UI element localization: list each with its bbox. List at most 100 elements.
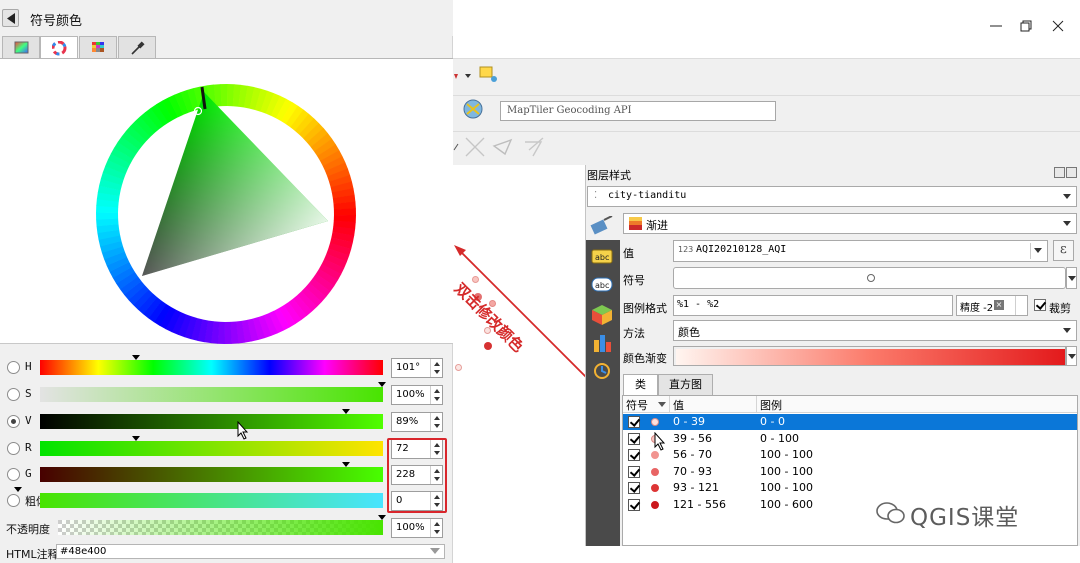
class-checkbox[interactable] (628, 432, 640, 445)
class-value[interactable]: 0 - 39 (673, 415, 705, 428)
class-legend[interactable]: 100 - 600 (760, 498, 813, 511)
class-legend[interactable]: 100 - 100 (760, 481, 813, 494)
geocoding-search-input[interactable]: MapTiler Geocoding API (500, 101, 776, 121)
blue-handle[interactable] (14, 487, 22, 492)
saturation-slider[interactable] (40, 387, 383, 402)
tab-color-ramp[interactable] (2, 36, 40, 58)
renderer-selector[interactable]: 渐进 (623, 213, 1077, 234)
class-legend[interactable]: 100 - 100 (760, 448, 813, 461)
class-legend[interactable]: 0 - 0 (760, 415, 785, 428)
opacity-spinbox[interactable]: 100% (391, 518, 443, 538)
back-button[interactable] (2, 9, 19, 27)
class-symbol-icon[interactable] (651, 467, 659, 476)
saturation-radio[interactable] (7, 388, 20, 401)
trim-checkbox[interactable] (1034, 299, 1046, 311)
color-ramp-dropdown[interactable] (1066, 346, 1077, 366)
tab-masks[interactable]: abc (590, 276, 616, 298)
value-slider[interactable] (40, 414, 383, 429)
class-value[interactable]: 70 - 93 (673, 465, 712, 478)
symbol-dropdown[interactable] (1066, 267, 1077, 289)
float-panel-icon[interactable] (1054, 167, 1065, 178)
dropdown-icon[interactable] (1063, 194, 1071, 199)
class-symbol-icon[interactable] (651, 500, 659, 509)
symbol-button[interactable] (673, 267, 1066, 289)
tab-diagrams[interactable] (590, 332, 616, 354)
color-wheel[interactable] (0, 59, 453, 345)
dropdown-icon[interactable] (1034, 248, 1042, 253)
table-row[interactable]: 56 - 70 100 - 100 (623, 447, 1077, 463)
class-value[interactable]: 39 - 56 (673, 432, 712, 445)
trim-label: 裁剪 (1049, 302, 1071, 315)
opacity-slider[interactable] (58, 520, 383, 535)
class-value[interactable]: 121 - 556 (673, 498, 726, 511)
value-spinbox[interactable]: 89% (391, 412, 443, 432)
hue-radio[interactable] (7, 361, 20, 374)
expression-button[interactable]: ε (1053, 240, 1074, 261)
hue-slider[interactable] (40, 360, 383, 375)
blue-radio[interactable] (7, 494, 20, 507)
tab-histogram[interactable]: 直方图 (658, 374, 713, 395)
blue-slider[interactable] (40, 493, 383, 508)
class-checkbox[interactable] (628, 416, 640, 428)
dropdown-icon[interactable] (1063, 328, 1071, 333)
value-radio[interactable] (7, 415, 20, 428)
class-legend[interactable]: 100 - 100 (760, 465, 813, 478)
green-handle[interactable] (342, 462, 350, 467)
legend-format-input[interactable]: %1 - %2 (673, 295, 953, 316)
spin-arrows[interactable] (430, 386, 442, 404)
spin-arrows[interactable] (430, 413, 442, 431)
spin-arrows[interactable] (430, 359, 442, 377)
value-field-selector[interactable]: 123 AQI20210128_AQI (673, 240, 1048, 262)
slider-row-opacity: 不透明度 100% (0, 515, 453, 538)
tab-3d-view[interactable] (590, 304, 616, 326)
class-symbol-icon[interactable] (651, 451, 659, 459)
method-selector[interactable]: 颜色 (673, 320, 1077, 341)
class-value[interactable]: 56 - 70 (673, 448, 712, 461)
red-handle[interactable] (132, 436, 140, 441)
class-symbol-icon[interactable] (651, 484, 659, 492)
header-value[interactable]: 值 (673, 397, 684, 413)
table-row[interactable]: 70 - 93 100 - 100 (623, 464, 1077, 480)
graduated-icon (629, 217, 642, 230)
red-slider[interactable] (40, 441, 383, 456)
html-color-field[interactable]: #48e400 (56, 544, 445, 559)
green-radio[interactable] (7, 468, 20, 481)
class-value[interactable]: 93 - 121 (673, 481, 719, 494)
table-row[interactable]: 93 - 121 100 - 100 (623, 480, 1077, 496)
red-radio[interactable] (7, 442, 20, 455)
header-legend[interactable]: 图例 (760, 397, 782, 413)
dropdown-icon[interactable] (1063, 221, 1071, 226)
table-row[interactable]: 0 - 39 0 - 0 (623, 414, 1077, 430)
layer-selector[interactable]: ⁚ city-tianditu (587, 186, 1077, 207)
hue-handle[interactable] (132, 355, 140, 360)
class-checkbox[interactable] (628, 449, 640, 461)
tab-classes[interactable]: 类 (623, 374, 658, 395)
clear-icon[interactable]: × (994, 300, 1004, 310)
close-panel-icon[interactable] (1066, 167, 1077, 178)
saturation-spinbox[interactable]: 100% (391, 385, 443, 405)
wechat-icon (876, 502, 905, 524)
class-legend[interactable]: 0 - 100 (760, 432, 799, 445)
green-slider[interactable] (40, 467, 383, 482)
hue-spinbox[interactable]: 101° (391, 358, 443, 378)
header-symbol[interactable]: 符号 (626, 397, 648, 413)
class-symbol-icon[interactable] (651, 418, 659, 426)
table-row[interactable]: 39 - 56 0 - 100 (623, 431, 1077, 447)
class-checkbox[interactable] (628, 498, 640, 511)
spin-arrows[interactable] (430, 519, 442, 537)
tab-history[interactable] (590, 360, 616, 382)
tab-swatches[interactable] (79, 36, 117, 58)
value-handle[interactable] (342, 409, 350, 414)
tab-color-wheel[interactable] (40, 36, 78, 59)
tab-color-picker[interactable] (118, 36, 156, 58)
class-checkbox[interactable] (628, 482, 640, 494)
dropdown-icon[interactable] (430, 548, 440, 554)
class-checkbox[interactable] (628, 465, 640, 478)
opacity-handle[interactable] (378, 515, 386, 520)
tab-labels[interactable]: abc (590, 248, 616, 270)
color-ramp-button[interactable] (673, 346, 1066, 366)
saturation-handle[interactable] (378, 382, 386, 387)
html-label: HTML注释 (6, 548, 59, 561)
precision-spinbox[interactable]: 精度 -2 × (956, 295, 1028, 316)
spin-arrows[interactable] (1015, 296, 1027, 315)
